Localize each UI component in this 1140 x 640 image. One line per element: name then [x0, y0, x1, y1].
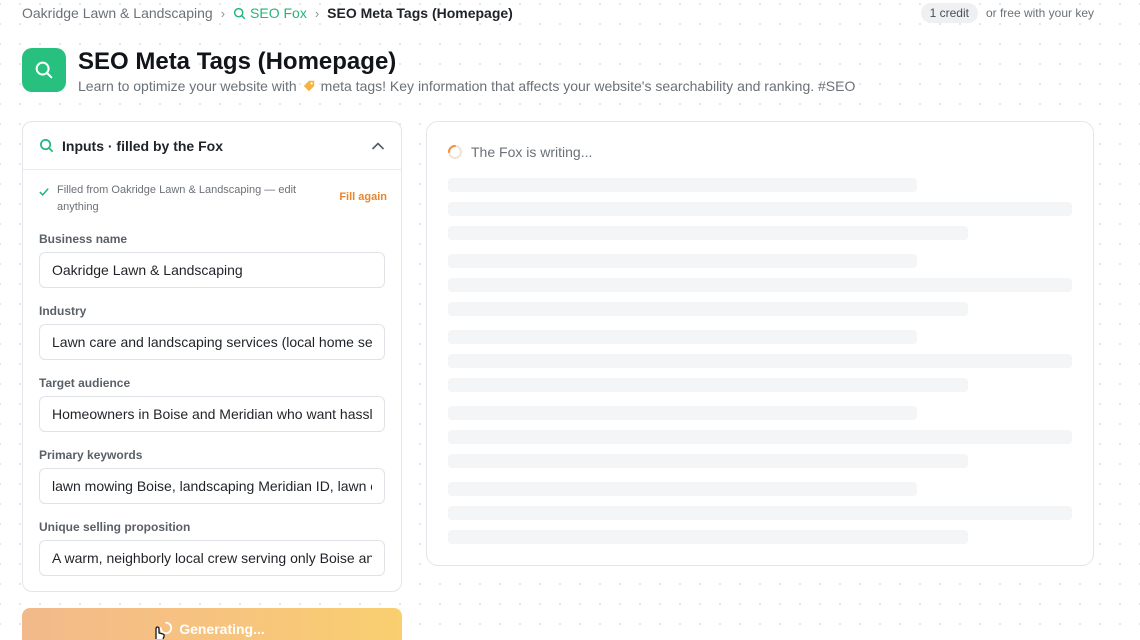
filled-note: Filled from Oakridge Lawn & Landscaping … [39, 182, 387, 216]
skeleton-line [448, 530, 968, 544]
target-audience-input[interactable] [39, 396, 385, 432]
skeleton-line [448, 406, 917, 420]
inputs-panel: Inputs · filled by the Fox Filled from O… [22, 121, 402, 592]
target-audience-label: Target audience [39, 376, 131, 390]
label-tag-icon [303, 80, 314, 92]
primary-keywords-label: Primary keywords [39, 448, 143, 462]
industry-label: Industry [39, 304, 87, 318]
skeleton-line [448, 178, 917, 192]
credit-note: or free with your key [985, 6, 1094, 20]
loading-spinner-icon [448, 145, 462, 159]
skeleton-line [448, 302, 968, 316]
breadcrumb-root[interactable]: Oakridge Lawn & Landscaping [22, 5, 213, 21]
generate-button-label: Generating... [179, 621, 265, 637]
skeleton-line [448, 506, 1072, 520]
page-title: SEO Meta Tags (Homepage) [78, 48, 397, 75]
skeleton-line [448, 330, 917, 344]
skeleton-line [448, 254, 917, 268]
inputs-panel-header[interactable]: Inputs · filled by the Fox [23, 122, 401, 170]
skeleton-line [448, 226, 968, 240]
breadcrumb: Oakridge Lawn & Landscaping › SEO Fox › … [22, 4, 513, 22]
skeleton-line [448, 378, 968, 392]
generate-button[interactable]: Generating... [22, 608, 402, 640]
subtitle-text-start: Learn to optimize your website with [78, 78, 297, 94]
checkmark-icon [39, 188, 49, 196]
usp-label: Unique selling proposition [39, 520, 191, 534]
chevron-right-icon: › [314, 5, 320, 21]
industry-input[interactable] [39, 324, 385, 360]
skeleton-line [448, 482, 917, 496]
chevron-right-icon: › [220, 5, 226, 21]
subtitle-text-end: meta tags! Key information that affects … [320, 78, 856, 94]
breadcrumb-tool[interactable]: SEO Fox [233, 5, 307, 21]
search-icon [233, 7, 246, 19]
skeleton-line [448, 202, 1072, 216]
hand-cursor-icon [155, 626, 165, 640]
business-name-input[interactable] [39, 252, 385, 288]
output-panel: The Fox is writing... [426, 121, 1094, 566]
breadcrumb-tool-label: SEO Fox [250, 5, 307, 21]
breadcrumb-current: SEO Meta Tags (Homepage) [327, 5, 513, 21]
writing-status: The Fox is writing... [447, 144, 592, 160]
skeleton-line [448, 354, 1072, 368]
primary-keywords-input[interactable] [39, 468, 385, 504]
fill-again-button[interactable]: Fill again [339, 191, 387, 203]
seo-fox-logo [22, 48, 66, 92]
skeleton-line [448, 454, 968, 468]
business-name-label: Business name [39, 232, 128, 246]
skeleton-line [448, 430, 1072, 444]
inputs-panel-title: Inputs · filled by the Fox [62, 137, 223, 154]
writing-status-text: The Fox is writing... [471, 144, 593, 160]
chevron-up-icon[interactable] [371, 139, 385, 153]
page-subtitle: Learn to optimize your website with meta… [78, 78, 855, 94]
skeleton-line [448, 278, 1072, 292]
credit-badge: 1 credit [920, 3, 978, 23]
filled-note-text: Filled from Oakridge Lawn & Landscaping … [57, 184, 297, 213]
credits-info: 1 credit or free with your key [920, 3, 1094, 23]
usp-input[interactable] [39, 540, 385, 576]
search-icon [40, 139, 53, 152]
search-icon [35, 61, 53, 79]
